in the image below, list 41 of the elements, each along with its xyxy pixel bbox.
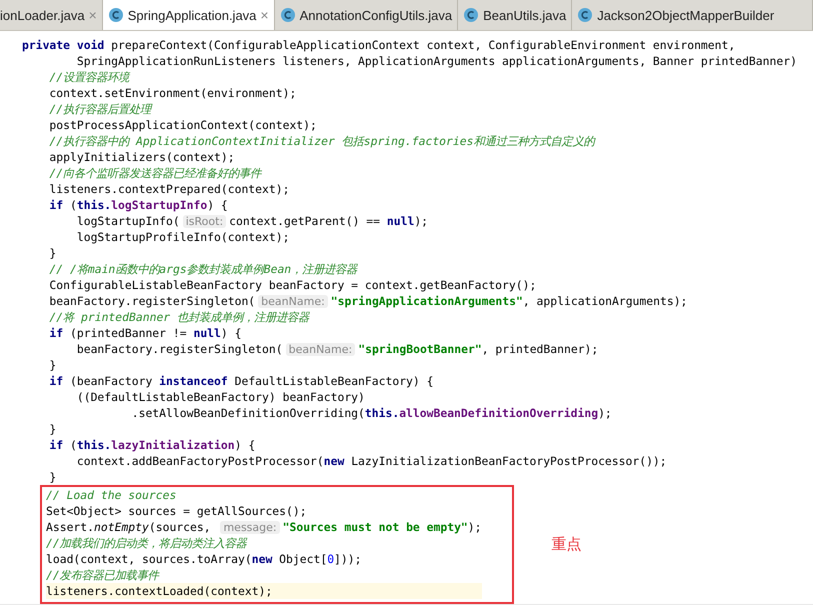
- code-line: }: [48, 245, 58, 261]
- editor-tab[interactable]: AnnotationConfigUtils.java: [274, 0, 458, 30]
- code-line: applyInitializers(context);: [48, 149, 236, 165]
- code-line: logStartupProfileInfo(context);: [76, 229, 290, 245]
- code-line: context.addBeanFactoryPostProcessor(new LazyInitializationBeanFactoryPostProcessor());: [76, 453, 668, 469]
- code-line: //加载我们的启动类，将启动类注入容器: [46, 535, 248, 551]
- code-line: //执行容器后置处理: [48, 101, 154, 117]
- code-line: }: [48, 357, 58, 373]
- code-line: //执行容器中的 ApplicationContextInitializer 包括spring.factories和通过三种方式自定义的: [48, 133, 597, 149]
- editor-tab[interactable]: Jackson2ObjectMapperBuilder: [572, 0, 813, 30]
- code-line: //将 printedBanner 也封装成单例，注册进容器: [48, 309, 311, 325]
- code-line: beanFactory.registerSingleton( beanName: "springBootBanner", printedBanner);: [76, 341, 600, 357]
- code-line: logStartupInfo( isRoot: context.getParent() == null);: [76, 213, 430, 229]
- code-line: .setAllowBeanDefinitionOverriding(this.allowBeanDefinitionOverriding);: [130, 405, 613, 421]
- code-line: if (beanFactory instanceof DefaultListableBeanFactory) {: [48, 373, 434, 389]
- code-line: context.setEnvironment(environment);: [48, 85, 298, 101]
- code-line: postProcessApplicationContext(context);: [48, 117, 318, 133]
- annotation-note: 重点: [552, 535, 582, 554]
- code-line: if (this.lazyInitialization) {: [48, 437, 256, 453]
- code-line: SpringApplicationRunListeners listeners, ApplicationArguments applicationArguments, Banner printedBanner): [76, 53, 798, 69]
- editor-tab[interactable]: ionLoader.java ×: [0, 0, 103, 30]
- code-line: Set<Object> sources = getAllSources();: [46, 503, 308, 519]
- code-line: ConfigurableListableBeanFactory beanFactory = context.getBeanFactory();: [48, 277, 538, 293]
- editor-tab[interactable]: SpringApplication.java ×: [102, 0, 275, 30]
- code-line: //向各个监听器发送容器已经准备好的事件: [48, 165, 263, 181]
- code-line: //发布容器已加载事件: [46, 567, 160, 583]
- code-line: listeners.contextPrepared(context);: [48, 181, 290, 197]
- code-line: load(context, sources.toArray(new Object[0]));: [46, 551, 362, 567]
- code-line: if (printedBanner != null) {: [48, 325, 242, 341]
- code-line: }: [48, 421, 58, 437]
- code-line: private void prepareContext(ConfigurableApplicationContext context, ConfigurableEnvironment environment,: [22, 37, 736, 53]
- code-line: beanFactory.registerSingleton( beanName: "springApplicationArguments", applicationArguments);: [48, 293, 688, 309]
- code-line: // /将main函数中的args参数封装成单例Bean，注册进容器: [48, 261, 359, 277]
- code-line: Assert.notEmpty(sources, message: "Sources must not be empty");: [46, 519, 482, 535]
- code-line: //设置容器环境: [48, 69, 132, 85]
- code-line: ((DefaultListableBeanFactory) beanFactory): [76, 389, 366, 405]
- editor-tab[interactable]: BeanUtils.java: [458, 0, 572, 30]
- code-line: // Load the sources: [46, 487, 178, 503]
- code-line: }: [48, 469, 58, 485]
- code-line: if (this.logStartupInfo) {: [48, 197, 229, 213]
- close-tab-button[interactable]: ×: [260, 7, 269, 23]
